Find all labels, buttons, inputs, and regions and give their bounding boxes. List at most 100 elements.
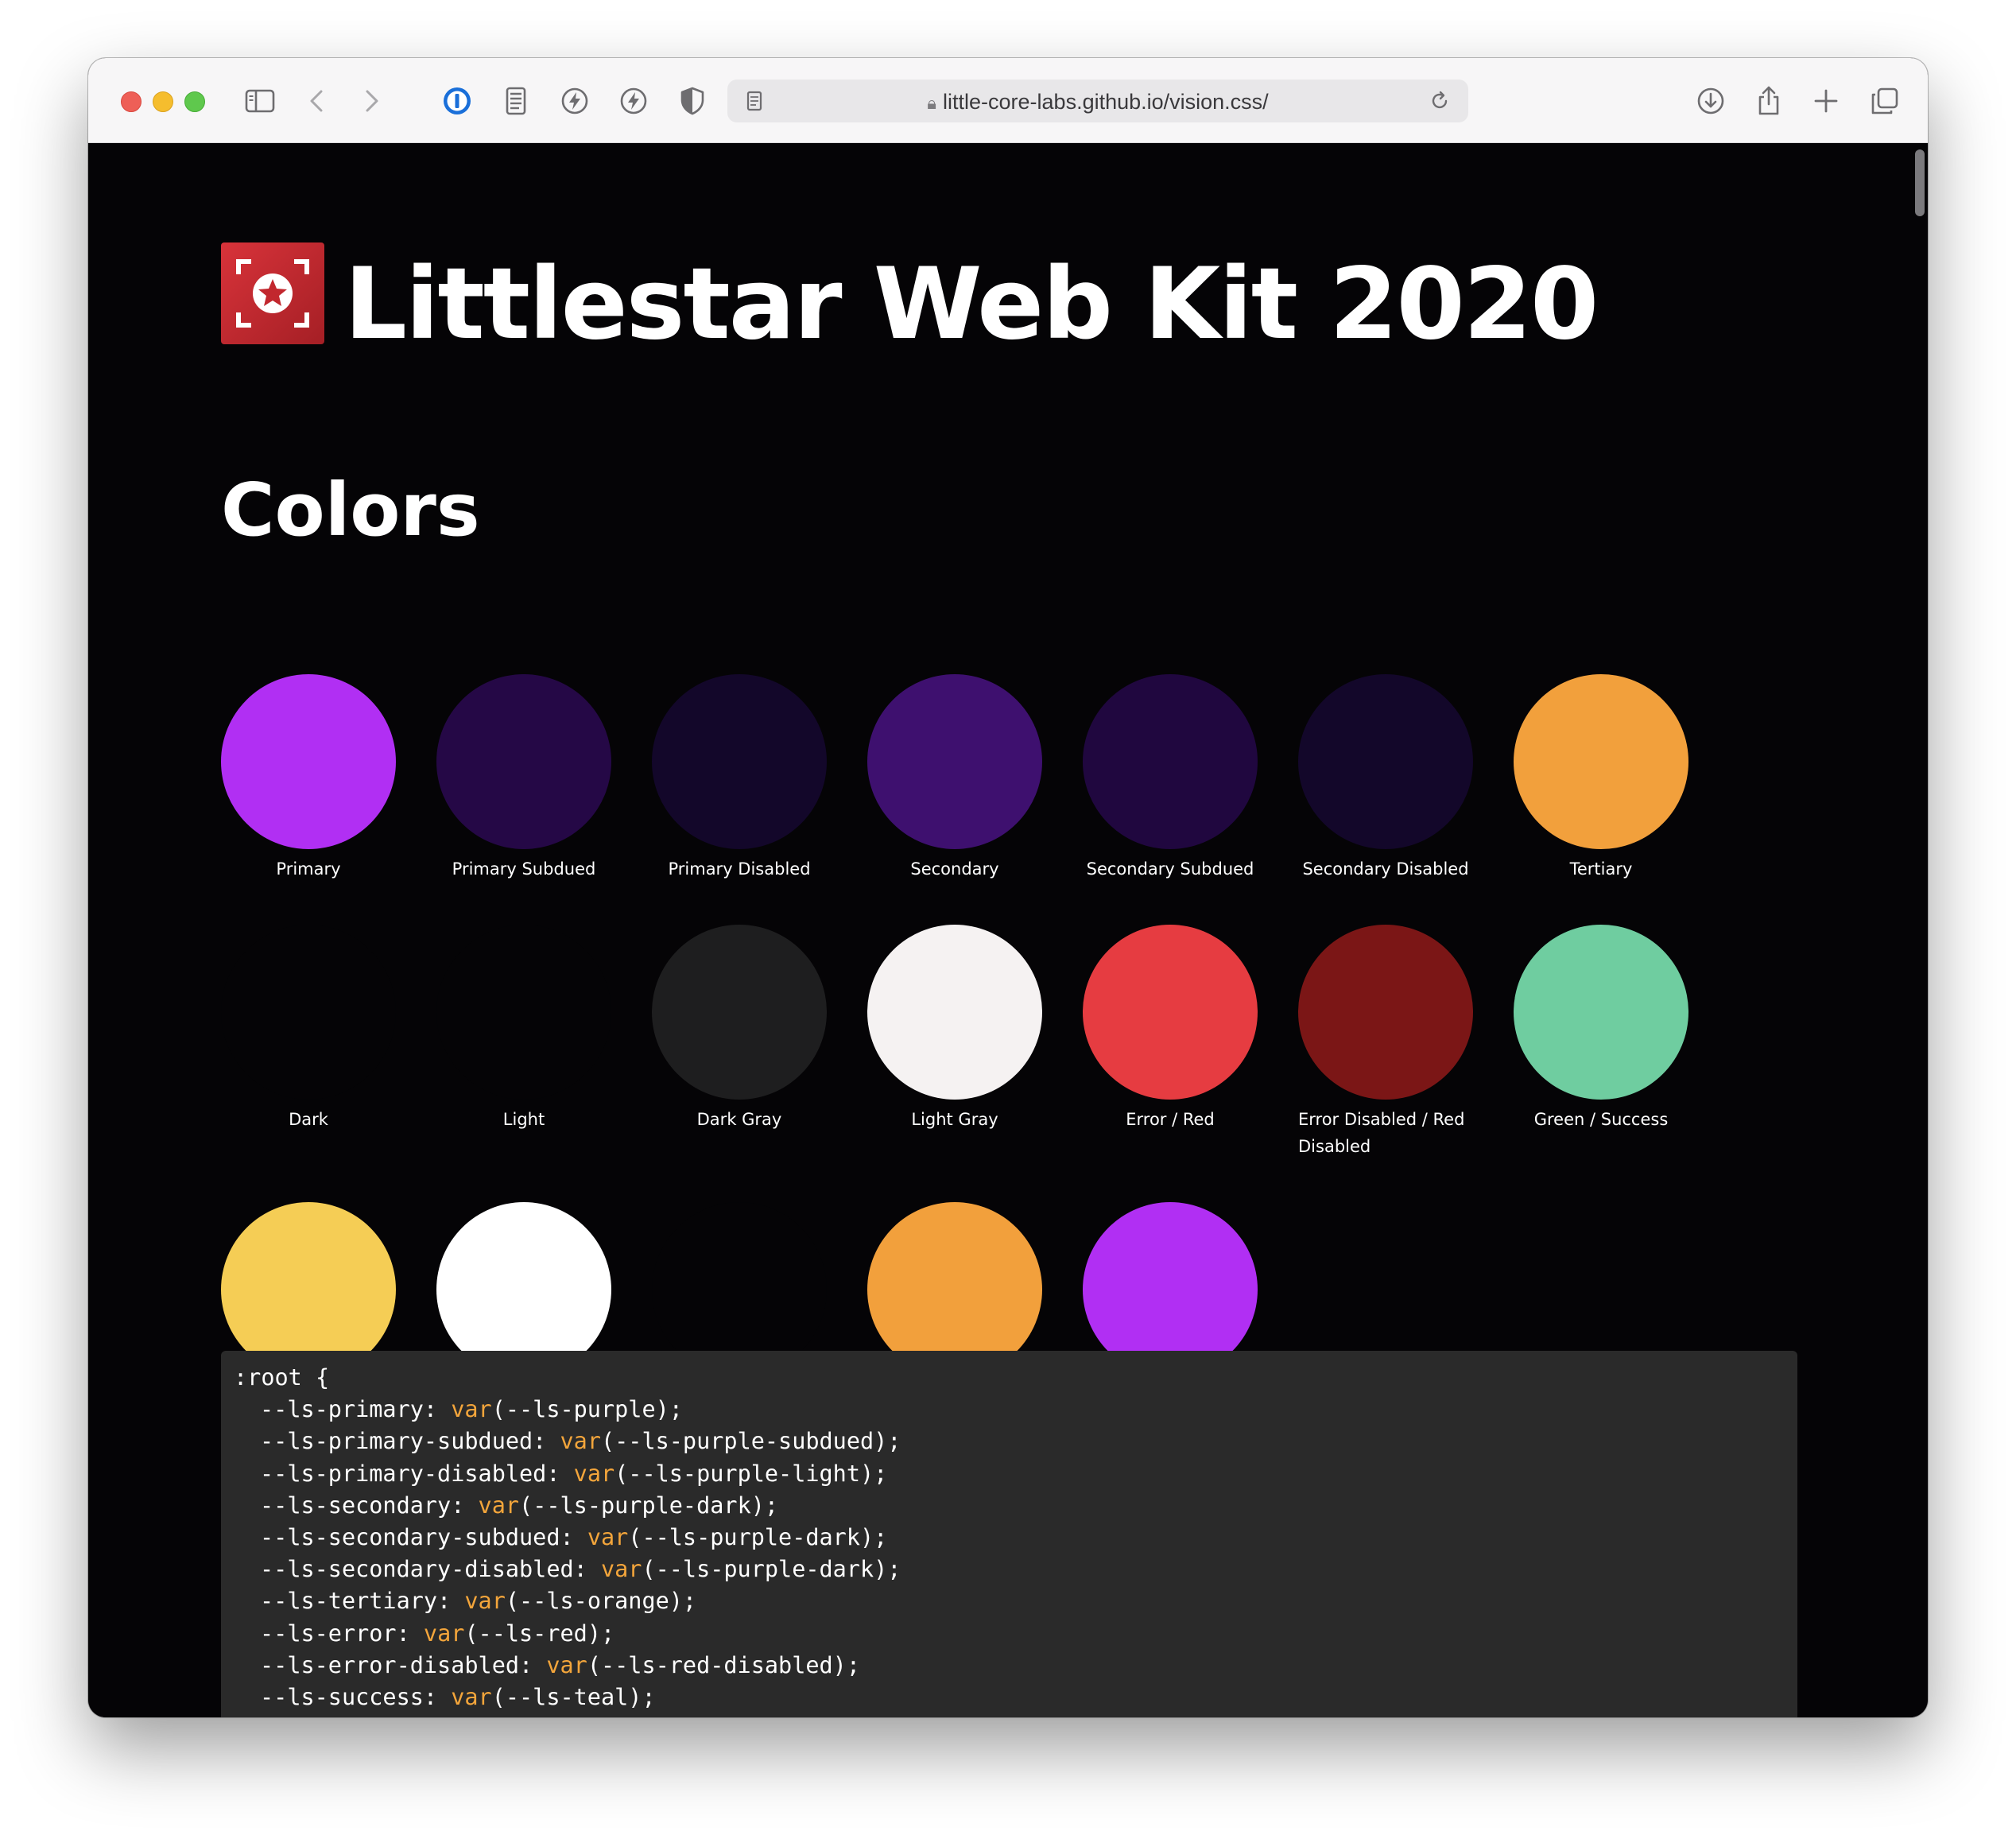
code-argument: (--ls-purple-light); <box>614 1460 888 1487</box>
color-label: Error / Red <box>1126 1110 1215 1129</box>
code-line: --ls-tertiary: var(--ls-orange); <box>234 1585 1785 1617</box>
color-circle <box>867 674 1042 849</box>
color-swatch: Error / Red <box>1063 925 1277 1133</box>
code-argument: (--ls-red); <box>464 1620 615 1647</box>
code-function: var <box>451 1396 492 1423</box>
code-function: var <box>451 1684 492 1711</box>
color-swatch: Secondary Subdued <box>1063 674 1277 883</box>
color-label: Light Gray <box>911 1110 998 1129</box>
code-function: var <box>587 1524 629 1551</box>
code-line: --ls-primary-subdued: var(--ls-purple-su… <box>234 1426 1785 1457</box>
code-argument: (--ls-orange); <box>505 1588 697 1615</box>
color-swatch: Primary Disabled <box>632 674 847 883</box>
color-label: Tertiary <box>1569 859 1633 879</box>
forward-arrow-icon[interactable] <box>355 85 387 117</box>
color-circle <box>221 674 396 849</box>
color-swatch: Tertiary <box>1494 674 1708 883</box>
color-circle <box>652 674 827 849</box>
color-label: Primary <box>276 859 341 879</box>
minimize-window-button[interactable] <box>153 91 173 112</box>
shield-icon[interactable] <box>677 85 708 117</box>
star-frame-icon <box>236 259 309 328</box>
color-label: Dark <box>289 1110 328 1129</box>
page-title: Littlestar Web Kit 2020 <box>344 247 1599 362</box>
code-property: --ls-primary: <box>260 1396 452 1423</box>
color-circle <box>652 925 827 1100</box>
code-line: --ls-primary-disabled: var(--ls-purple-l… <box>234 1458 1785 1490</box>
color-swatch: Light Gray <box>847 925 1062 1133</box>
color-circle <box>1083 674 1258 849</box>
color-label: Primary Disabled <box>668 859 811 879</box>
css-code-block: :root {--ls-primary: var(--ls-purple); --… <box>221 1351 1797 1717</box>
zoom-window-button[interactable] <box>184 91 205 112</box>
code-function: var <box>560 1428 601 1455</box>
code-function: var <box>464 1588 506 1615</box>
color-swatch: Secondary <box>847 674 1062 883</box>
code-line: --ls-primary: var(--ls-purple); <box>234 1394 1785 1426</box>
code-line: :root { <box>234 1362 1785 1394</box>
close-window-button[interactable] <box>121 91 142 112</box>
code-line: --ls-secondary: var(--ls-purple-dark); <box>234 1490 1785 1522</box>
color-swatch: Light <box>417 925 631 1133</box>
code-property: --ls-secondary-subdued: <box>260 1524 587 1551</box>
color-swatch: Dark Gray <box>632 925 847 1133</box>
back-arrow-icon[interactable] <box>301 85 333 117</box>
code-argument: (--ls-teal); <box>491 1684 656 1711</box>
code-property: --ls-tertiary: <box>260 1588 465 1615</box>
color-circle <box>1298 925 1473 1100</box>
code-function: var <box>573 1460 615 1487</box>
color-swatch: Error Disabled / Red Disabled <box>1278 925 1493 1160</box>
code-line: --ls-error: var(--ls-red); <box>234 1618 1785 1650</box>
lock-icon: 🔒︎ <box>927 93 937 113</box>
browser-window: 🔒︎ little-core-labs.github.io/vision.css/ <box>88 58 1928 1717</box>
code-argument: (--ls-purple-dark); <box>642 1556 901 1583</box>
color-swatch: Secondary Disabled <box>1278 674 1493 883</box>
code-line: --ls-error-disabled: var(--ls-red-disabl… <box>234 1650 1785 1682</box>
color-label: Green / Success <box>1533 1110 1669 1129</box>
color-swatch: Primary Subdued <box>417 674 631 883</box>
code-argument: (--ls-purple-dark); <box>628 1524 888 1551</box>
code-line: --ls-success: var(--ls-teal); <box>234 1682 1785 1713</box>
bolt-extension-icon[interactable] <box>559 85 591 117</box>
color-label: Error Disabled / Red Disabled <box>1298 1110 1465 1156</box>
downloads-icon[interactable] <box>1695 85 1727 117</box>
color-circle <box>1514 674 1688 849</box>
code-line: --ls-secondary-disabled: var(--ls-purple… <box>234 1554 1785 1585</box>
color-swatch: Dark <box>201 925 416 1133</box>
code-property: --ls-secondary-disabled: <box>260 1556 601 1583</box>
code-property: --ls-primary-subdued: <box>260 1428 560 1455</box>
color-label: Secondary Disabled <box>1302 859 1469 879</box>
code-argument: (--ls-red-disabled); <box>587 1651 860 1678</box>
url-text-container: 🔒︎ little-core-labs.github.io/vision.css/ <box>727 90 1468 114</box>
tab-overview-icon[interactable] <box>1869 85 1901 117</box>
color-circle <box>1514 925 1688 1100</box>
code-property: :root { <box>234 1364 330 1391</box>
vertical-scrollbar[interactable] <box>1915 149 1925 216</box>
bolt-extension-2-icon[interactable] <box>618 85 649 117</box>
new-tab-plus-icon[interactable] <box>1810 85 1842 117</box>
color-label: Secondary Subdued <box>1086 859 1254 879</box>
share-icon[interactable] <box>1753 85 1785 117</box>
color-circle <box>1083 925 1258 1100</box>
color-circle <box>1298 674 1473 849</box>
code-property: --ls-success: <box>260 1684 452 1711</box>
code-function: var <box>546 1651 587 1678</box>
color-swatch: Green / Success <box>1494 925 1708 1133</box>
sidebar-toggle-icon[interactable] <box>244 85 276 117</box>
code-property: --ls-error-disabled: <box>260 1651 547 1678</box>
color-label: Dark Gray <box>696 1110 782 1129</box>
littlestar-logo <box>221 242 324 344</box>
password-manager-icon[interactable] <box>441 85 473 117</box>
code-function: var <box>423 1620 465 1647</box>
reader-extension-icon[interactable] <box>500 85 532 117</box>
code-property: --ls-error: <box>260 1620 424 1647</box>
color-label: Primary Subdued <box>452 859 596 879</box>
reload-icon[interactable] <box>1424 85 1456 117</box>
color-circle <box>436 674 611 849</box>
section-title-colors: Colors <box>221 467 480 553</box>
color-circle <box>221 925 396 1100</box>
code-argument: (--ls-purple); <box>491 1396 683 1423</box>
code-property: --ls-primary-disabled: <box>260 1460 574 1487</box>
address-bar[interactable]: 🔒︎ little-core-labs.github.io/vision.css/ <box>727 80 1468 122</box>
color-label: Light <box>502 1110 545 1129</box>
